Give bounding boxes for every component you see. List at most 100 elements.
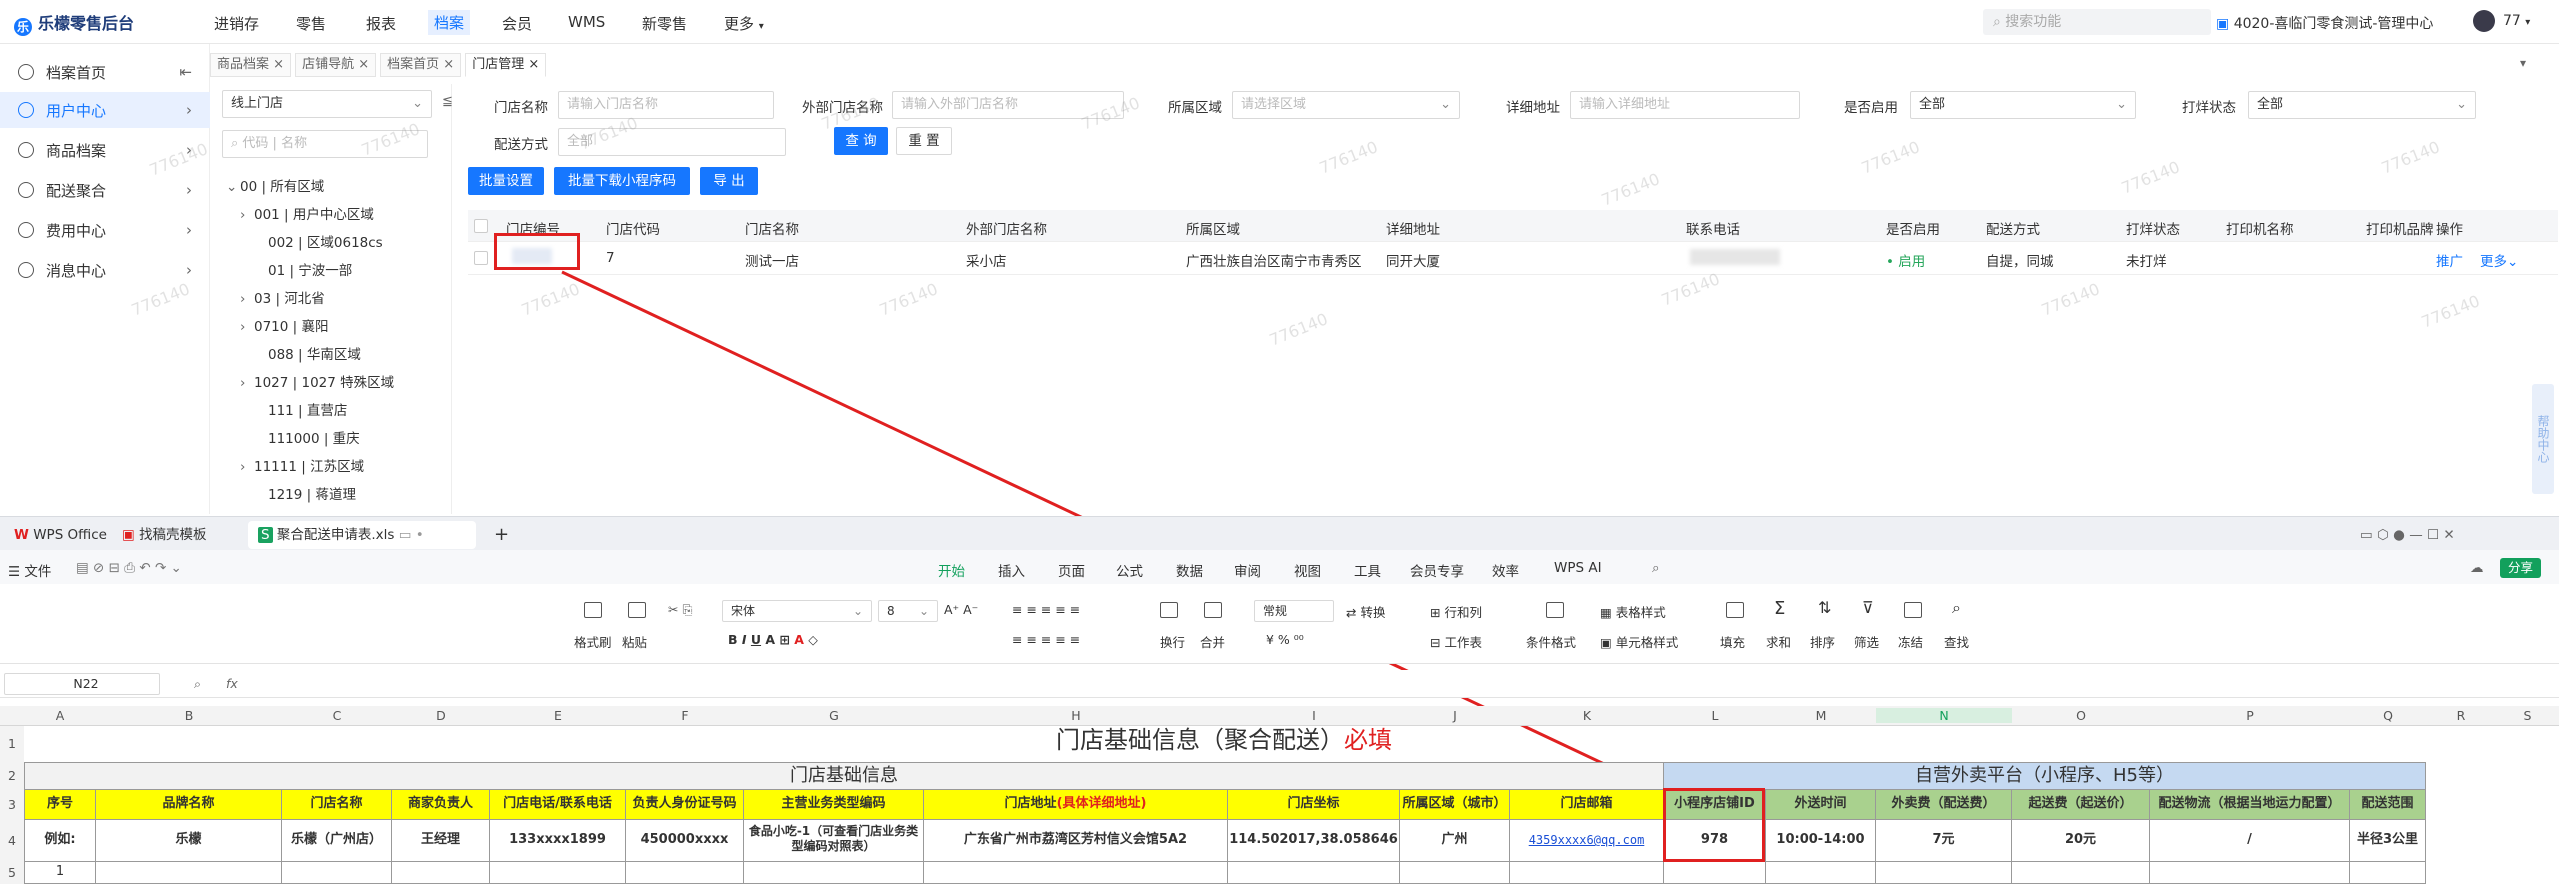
column-header[interactable]: C	[282, 708, 392, 723]
merge-icon[interactable]	[1204, 602, 1222, 618]
column-header[interactable]: P	[2150, 708, 2350, 723]
sheet-cell[interactable]	[1228, 862, 1400, 884]
sheet-cell[interactable]	[96, 862, 282, 884]
fill-icon[interactable]	[1726, 602, 1744, 618]
sheet-header-cell[interactable]: 门店电话/联系电话	[490, 790, 626, 820]
sheet-cell[interactable]	[1766, 862, 1876, 884]
row-header[interactable]: 5	[0, 862, 24, 884]
sheet-header-cell[interactable]: 商家负责人	[392, 790, 490, 820]
quick-toolbar[interactable]: ▤ ⊘ ⊟ ⎙ ↶ ↷ ⌄	[76, 560, 182, 576]
wps-file-tab[interactable]: S 聚合配送申请表.xls ▭ •	[248, 521, 476, 549]
file-menu[interactable]: ☰ 文件	[8, 560, 51, 580]
sheet-cell[interactable]	[1664, 862, 1766, 884]
format-painter-label[interactable]: 格式刷	[574, 632, 612, 651]
wps-menu-item[interactable]: 数据	[1176, 560, 1203, 580]
formula-input[interactable]	[252, 673, 2522, 695]
search-icon[interactable]: ⌕	[1652, 560, 1660, 576]
find-label[interactable]: 查找	[1944, 632, 1969, 651]
example-cell[interactable]: 王经理	[392, 820, 490, 862]
sheet-cell[interactable]	[2012, 862, 2150, 884]
sheet-header-cell[interactable]: 门店邮箱	[1510, 790, 1664, 820]
example-cell[interactable]: 450000xxxx	[626, 820, 744, 862]
filter-label[interactable]: 筛选	[1854, 632, 1879, 651]
zoom-icon[interactable]: ⌕	[194, 676, 201, 692]
wps-menu-item[interactable]: 效率	[1492, 560, 1519, 580]
font-style-icons[interactable]: B I U A ⊞ A ◇	[728, 632, 818, 647]
example-cell[interactable]: 半径3公里	[2350, 820, 2426, 862]
fx-label[interactable]: fx	[226, 676, 238, 691]
example-cell[interactable]: 7元	[1876, 820, 2012, 862]
sum-label[interactable]: 求和	[1766, 632, 1791, 651]
section-delivery-platform[interactable]: 自营外卖平台（小程序、H5等）	[1664, 762, 2426, 790]
column-header[interactable]: E	[490, 708, 626, 723]
column-header[interactable]: F	[626, 708, 744, 723]
cell-style-button[interactable]: ▣ 单元格样式	[1600, 632, 1678, 651]
name-box[interactable]: N22	[4, 673, 160, 695]
align-icons-bottom[interactable]: ≡ ≡ ≡ ≡ ≡	[1012, 632, 1080, 647]
example-cell[interactable]: 133xxxx1899	[490, 820, 626, 862]
sheet-header-cell[interactable]: 起送费（起送价）	[2012, 790, 2150, 820]
wps-home-tab[interactable]: W WPS Office	[4, 521, 117, 549]
cloud-icon[interactable]: ☁	[2470, 560, 2484, 576]
font-select[interactable]: 宋体 ⌄	[722, 600, 872, 622]
column-header[interactable]: B	[96, 708, 282, 723]
example-cell[interactable]: /	[2150, 820, 2350, 862]
filter-icon[interactable]: ⊽	[1862, 598, 1874, 617]
wps-menu-item[interactable]: 公式	[1116, 560, 1143, 580]
number-icons[interactable]: ¥ % ⁰⁰	[1266, 632, 1304, 647]
wps-menu-item[interactable]: 页面	[1058, 560, 1085, 580]
paste-label[interactable]: 粘贴	[622, 632, 647, 651]
convert-button[interactable]: ⇄ 转换	[1346, 602, 1385, 621]
wps-menu-item[interactable]: WPS AI	[1554, 560, 1602, 576]
sheet-cell[interactable]	[1876, 862, 2012, 884]
sort-icon[interactable]: ⇅	[1818, 598, 1831, 617]
sheet-header-cell[interactable]: 门店坐标	[1228, 790, 1400, 820]
sheet-header-cell[interactable]: 序号	[24, 790, 96, 820]
example-cell[interactable]: 例如:	[24, 820, 96, 862]
example-cell[interactable]: 20元	[2012, 820, 2150, 862]
column-header[interactable]: M	[1766, 708, 1876, 723]
wrap-label[interactable]: 换行	[1160, 632, 1185, 651]
example-cell[interactable]: 114.502017,38.058646	[1228, 820, 1400, 862]
example-cell[interactable]: 广州	[1400, 820, 1510, 862]
section-basic-info[interactable]: 门店基础信息	[24, 762, 1664, 790]
column-header[interactable]: N	[1876, 708, 2012, 723]
number-format-select[interactable]: 常规	[1254, 600, 1334, 622]
sheet-header-cell[interactable]: 门店地址 (具体详细地址)	[924, 790, 1228, 820]
wps-menu-item[interactable]: 视图	[1294, 560, 1321, 580]
wps-menu-item[interactable]: 审阅	[1234, 560, 1261, 580]
sheet-cell[interactable]	[924, 862, 1228, 884]
sheet-header-cell[interactable]: 配送物流（根据当地运力配置）	[2150, 790, 2350, 820]
example-cell[interactable]: 4359xxxx6@qq.com	[1510, 820, 1664, 862]
sheet-button[interactable]: ⊟ 工作表	[1430, 632, 1482, 651]
column-header[interactable]: D	[392, 708, 490, 723]
sheet-header-cell[interactable]: 所属区域（城市）	[1400, 790, 1510, 820]
sheet-header-cell[interactable]: 配送范围	[2350, 790, 2426, 820]
column-header[interactable]: J	[1400, 708, 1510, 723]
column-header[interactable]: S	[2496, 708, 2559, 723]
column-header[interactable]: K	[1510, 708, 1664, 723]
sheet-cell[interactable]: 1	[24, 862, 96, 884]
table-style-button[interactable]: ▦ 表格样式	[1600, 602, 1666, 621]
freeze-icon[interactable]	[1904, 602, 1922, 618]
example-cell[interactable]: 乐檬（广州店）	[282, 820, 392, 862]
cond-format-icon[interactable]	[1546, 602, 1564, 618]
wps-menu-item[interactable]: 工具	[1354, 560, 1381, 580]
sheet-cell[interactable]	[1400, 862, 1510, 884]
new-tab-icon[interactable]: +	[484, 521, 519, 549]
example-cell[interactable]: 广东省广州市荔湾区芳村信义会馆5A2	[924, 820, 1228, 862]
sheet-cell[interactable]	[2350, 862, 2426, 884]
font-size-select[interactable]: 8 ⌄	[878, 600, 938, 622]
sheet-header-cell[interactable]: 门店名称	[282, 790, 392, 820]
help-center-tab[interactable]: 帮助中心	[2532, 384, 2554, 494]
freeze-label[interactable]: 冻结	[1898, 632, 1923, 651]
format-painter-icon[interactable]	[584, 602, 602, 618]
window-controls[interactable]: ▭ ⬡ ● — ☐ ✕	[2350, 521, 2465, 549]
sheet-header-cell[interactable]: 外送时间	[1766, 790, 1876, 820]
row-header[interactable]: 2	[0, 762, 24, 790]
pin-icon[interactable]: ▭ •	[399, 527, 424, 543]
sheet-header-cell[interactable]: 品牌名称	[96, 790, 282, 820]
sheet-header-cell[interactable]: 主营业务类型编码	[744, 790, 924, 820]
align-icons-top[interactable]: ≡ ≡ ≡ ≡ ≡	[1012, 602, 1080, 617]
fill-label[interactable]: 填充	[1720, 632, 1745, 651]
